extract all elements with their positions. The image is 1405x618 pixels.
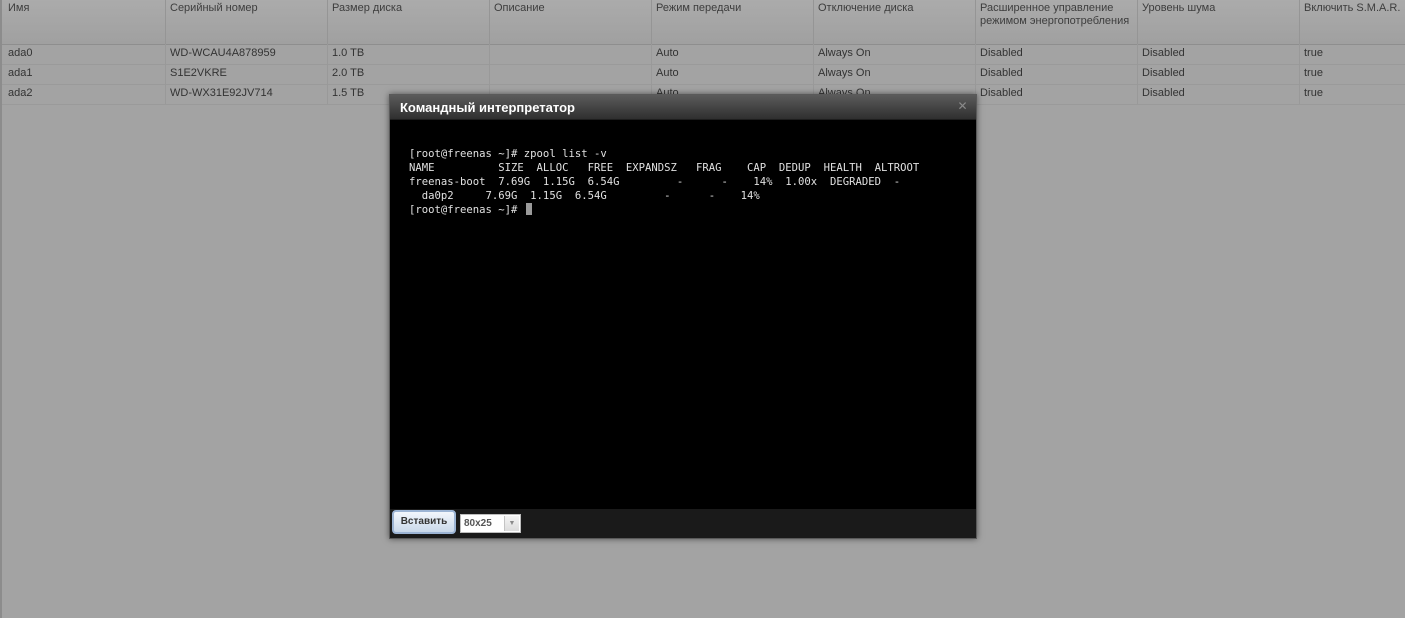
cell-serial: S1E2VKRE (166, 64, 328, 84)
terminal-line: [root@freenas ~]# zpool list -v (409, 148, 607, 160)
cell-serial: WD-WX31E92JV714 (166, 84, 328, 104)
cell-serial: WD-WCAU4A878959 (166, 44, 328, 64)
chevron-down-icon[interactable]: ▼ (504, 516, 519, 531)
cell-size: 1.0 TB (328, 44, 490, 64)
app: Имя Серийный номер Размер диска Описание… (0, 0, 1405, 618)
table-row[interactable]: ada0 WD-WCAU4A878959 1.0 TB Auto Always … (2, 44, 1405, 65)
terminal-line: NAME SIZE ALLOC FREE EXPANDSZ FRAG CAP D… (409, 162, 920, 174)
cell-name: ada2 (4, 84, 166, 104)
dialog-title: Командный интерпретатор (400, 100, 575, 115)
dialog-title-bar[interactable]: Командный интерпретатор ✕ (390, 95, 976, 120)
dialog-footer: Вставить 80x25 ▼ (390, 509, 976, 538)
cell-acoustic: Disabled (1138, 44, 1300, 64)
cell-description (490, 64, 652, 84)
terminal[interactable]: [root@freenas ~]# zpool list -v NAME SIZ… (390, 120, 976, 509)
grid-header: Имя Серийный номер Размер диска Описание… (2, 0, 1405, 45)
cell-name: ada0 (4, 44, 166, 64)
shell-dialog: Командный интерпретатор ✕ [root@freenas … (389, 94, 977, 539)
cell-standby: Always On (814, 64, 976, 84)
terminal-line: freenas-boot 7.69G 1.15G 6.54G - - 14% 1… (409, 176, 901, 188)
cell-apm: Disabled (976, 84, 1138, 104)
close-icon[interactable]: ✕ (957, 100, 968, 112)
cell-smart: true (1304, 47, 1323, 59)
terminal-line: da0p2 7.69G 1.15G 6.54G - - 14% (409, 190, 760, 202)
cell-standby: Always On (814, 44, 976, 64)
column-header-description[interactable]: Описание (490, 0, 652, 44)
cell-size: 2.0 TB (328, 64, 490, 84)
terminal-prompt-line: [root@freenas ~]# (409, 203, 976, 217)
cell-acoustic: Disabled (1138, 84, 1300, 104)
column-header-serial[interactable]: Серийный номер (166, 0, 328, 44)
cell-acoustic: Disabled (1138, 64, 1300, 84)
column-header-standby[interactable]: Отключение диска (814, 0, 976, 44)
column-header-apm[interactable]: Расширенное управление режимом энергопот… (976, 0, 1138, 44)
terminal-cursor (525, 203, 532, 215)
cell-smart: true (1304, 87, 1323, 99)
table-row[interactable]: ada1 S1E2VKRE 2.0 TB Auto Always On Disa… (2, 64, 1405, 85)
terminal-prompt: [root@freenas ~]# (409, 204, 524, 216)
column-header-acoustic[interactable]: Уровень шума (1138, 0, 1300, 44)
paste-button[interactable]: Вставить (392, 510, 456, 534)
cell-description (490, 44, 652, 64)
cell-apm: Disabled (976, 64, 1138, 84)
cell-name: ada1 (4, 64, 166, 84)
terminal-size-select[interactable]: 80x25 ▼ (460, 514, 521, 533)
column-header-size[interactable]: Размер диска (328, 0, 490, 44)
column-header-name[interactable]: Имя (4, 0, 166, 44)
cell-transfer-mode: Auto (652, 64, 814, 84)
column-header-transfer-mode[interactable]: Режим передачи (652, 0, 814, 44)
cell-apm: Disabled (976, 44, 1138, 64)
cell-smart: true (1304, 67, 1323, 79)
column-header-smart[interactable]: Включить S.M.A.R. (1300, 0, 1405, 44)
terminal-size-value: 80x25 (464, 518, 492, 529)
cell-transfer-mode: Auto (652, 44, 814, 64)
